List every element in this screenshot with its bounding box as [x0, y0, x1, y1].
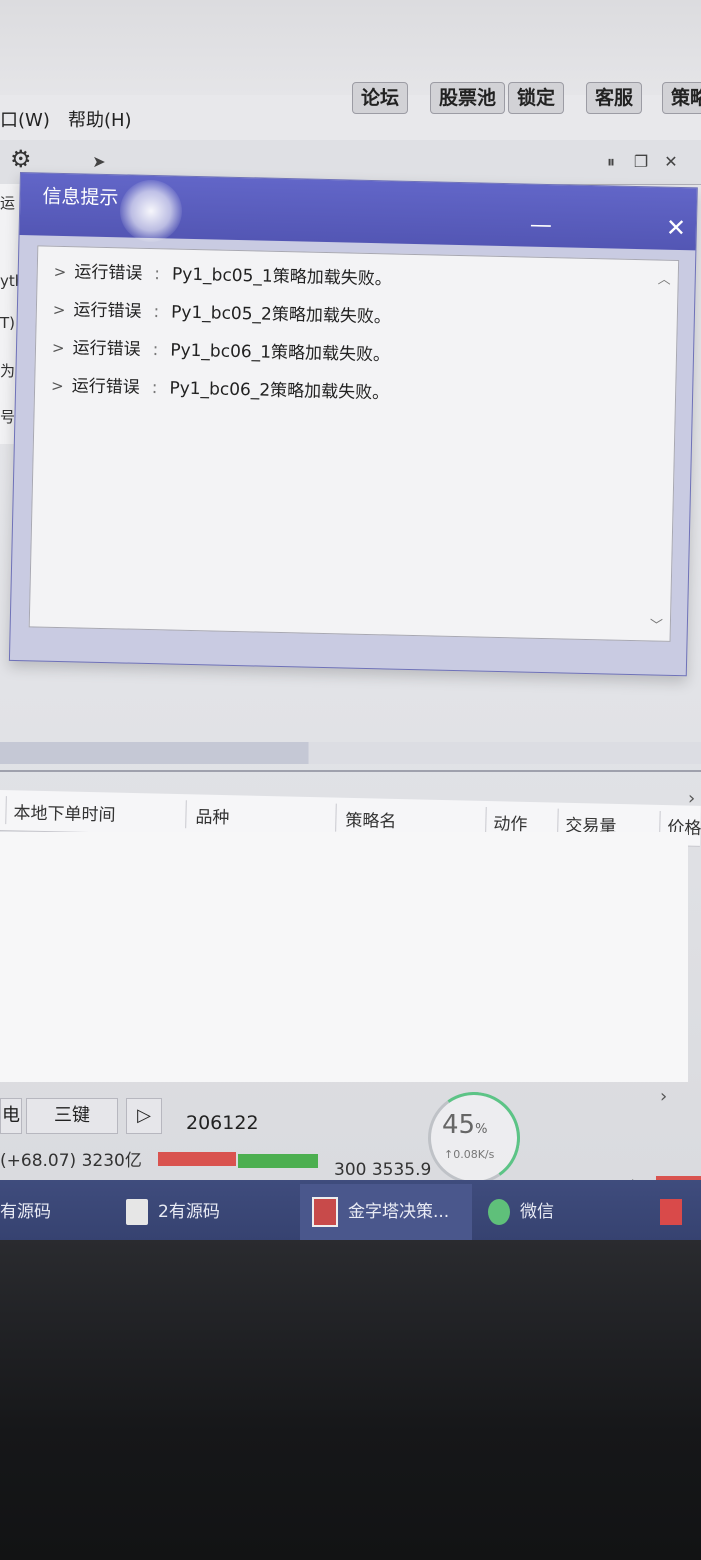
- error-text: Py1_bc06_1策略加载失败。: [170, 340, 391, 366]
- gauge-percent: 45%: [442, 1110, 487, 1140]
- error-type: 运行错误: [72, 338, 141, 360]
- top-header: 论坛 股票池 锁定 客服 策略: [0, 0, 701, 114]
- taskbar-item-label: 2有源码: [158, 1202, 220, 1222]
- error-text: Py1_bc05_2策略加载失败。: [170, 302, 392, 328]
- separator: :: [151, 378, 158, 399]
- monitor-bezel: [0, 1240, 701, 1560]
- list-item: > 运行错误: Py1_bc05_2策略加载失败。: [52, 295, 392, 328]
- column-strategy-name[interactable]: 策略名: [345, 806, 397, 832]
- up-volume-bar: [158, 1152, 236, 1166]
- column-divider: [5, 796, 7, 825]
- panel-splitter[interactable]: [0, 742, 701, 764]
- document-icon: [126, 1199, 148, 1225]
- cursor-icon[interactable]: ➤: [88, 152, 110, 174]
- list-item: > 运行错误: Py1_bc06_1策略加载失败。: [51, 333, 391, 366]
- separator: :: [154, 264, 161, 285]
- down-volume-bar: [238, 1154, 318, 1168]
- play-icon[interactable]: ▷: [126, 1098, 162, 1134]
- minimize-icon[interactable]: —: [530, 213, 553, 238]
- column-divider: [185, 800, 187, 829]
- column-divider: [335, 803, 337, 832]
- monitor-screen: 论坛 股票池 锁定 客服 策略 口(W) 帮助(H) ⚙ ➤ ⏸ ❐ ✕ 运 y…: [0, 0, 701, 1240]
- taskbar-item-label: 微信: [520, 1202, 554, 1222]
- column-divider: [485, 807, 487, 836]
- column-order-time[interactable]: 本地下单时间: [13, 798, 116, 825]
- ticker-mid: 300 3535.9: [334, 1160, 432, 1180]
- column-symbol[interactable]: 品种: [195, 802, 230, 828]
- taskbar-item[interactable]: [660, 1184, 701, 1240]
- separator: :: [153, 302, 160, 323]
- left-item: 号: [0, 408, 16, 426]
- gear-icon[interactable]: ⚙: [10, 145, 32, 173]
- separator: :: [152, 340, 159, 361]
- left-run-label: 运: [0, 194, 16, 212]
- wechat-icon: [488, 1199, 510, 1225]
- pause-icon[interactable]: ⏸: [600, 152, 622, 174]
- taskbar-item-label: 有源码: [0, 1202, 51, 1222]
- taskbar-item[interactable]: 微信: [478, 1184, 638, 1240]
- message-list[interactable]: > 运行错误: Py1_bc05_1策略加载失败。 > 运行错误: Py1_bc05_2…: [28, 245, 680, 642]
- chevron-right-icon: >: [51, 338, 65, 358]
- close-icon[interactable]: ✕: [666, 214, 687, 242]
- gauge-percent-value: 45: [442, 1110, 476, 1140]
- left-item: T): [0, 314, 16, 332]
- list-item: > 运行错误: Py1_bc05_1策略加载失败。: [53, 257, 393, 290]
- error-type: 运行错误: [73, 300, 142, 322]
- order-table-body[interactable]: [0, 832, 688, 1082]
- tab-left[interactable]: 电: [0, 1098, 22, 1134]
- scroll-up-icon[interactable]: ︿: [658, 268, 671, 287]
- taskbar-item-label: 金字塔决策...: [348, 1202, 450, 1222]
- copy-icon[interactable]: ❐: [630, 152, 652, 174]
- error-type: 运行错误: [71, 376, 140, 398]
- tab-three-keys[interactable]: 三键: [26, 1098, 118, 1134]
- chevron-right-icon: >: [53, 262, 67, 282]
- error-text: Py1_bc05_1策略加载失败。: [171, 264, 392, 290]
- network-speed: ↑0.08K/s: [444, 1148, 495, 1161]
- chevron-right-icon: >: [50, 376, 64, 396]
- menu-help[interactable]: 帮助(H): [68, 106, 132, 132]
- error-type: 运行错误: [74, 262, 143, 284]
- list-item: > 运行错误: Py1_bc06_2策略加载失败。: [50, 371, 390, 404]
- menu-window[interactable]: 口(W): [0, 106, 50, 132]
- screen-glare: [120, 180, 182, 242]
- close-icon[interactable]: ✕: [660, 152, 682, 174]
- chevron-right-icon: >: [52, 300, 66, 320]
- error-text: Py1_bc06_2策略加载失败。: [169, 378, 390, 404]
- info-dialog: 信息提示 — ✕ > 运行错误: Py1_bc05_1策略加载失败。 > 运行错误: P…: [8, 172, 698, 677]
- ticker-left: (+68.07) 3230亿: [0, 1151, 142, 1171]
- taskbar-item[interactable]: 有源码: [0, 1184, 116, 1240]
- scroll-down-icon[interactable]: ﹀: [650, 614, 663, 633]
- app-icon: [660, 1199, 682, 1225]
- taskbar-item[interactable]: 金字塔决策...: [300, 1184, 472, 1240]
- counter-value: 206122: [186, 1112, 259, 1134]
- dialog-title: 信息提示: [42, 185, 119, 210]
- vertical-scrollbar[interactable]: ︿ ﹀: [648, 264, 674, 634]
- chevron-right-icon[interactable]: ›: [660, 1086, 667, 1107]
- taskbar-item[interactable]: 2有源码: [126, 1184, 296, 1240]
- gauge-percent-sign: %: [475, 1122, 488, 1137]
- pyramid-app-icon: [312, 1197, 338, 1227]
